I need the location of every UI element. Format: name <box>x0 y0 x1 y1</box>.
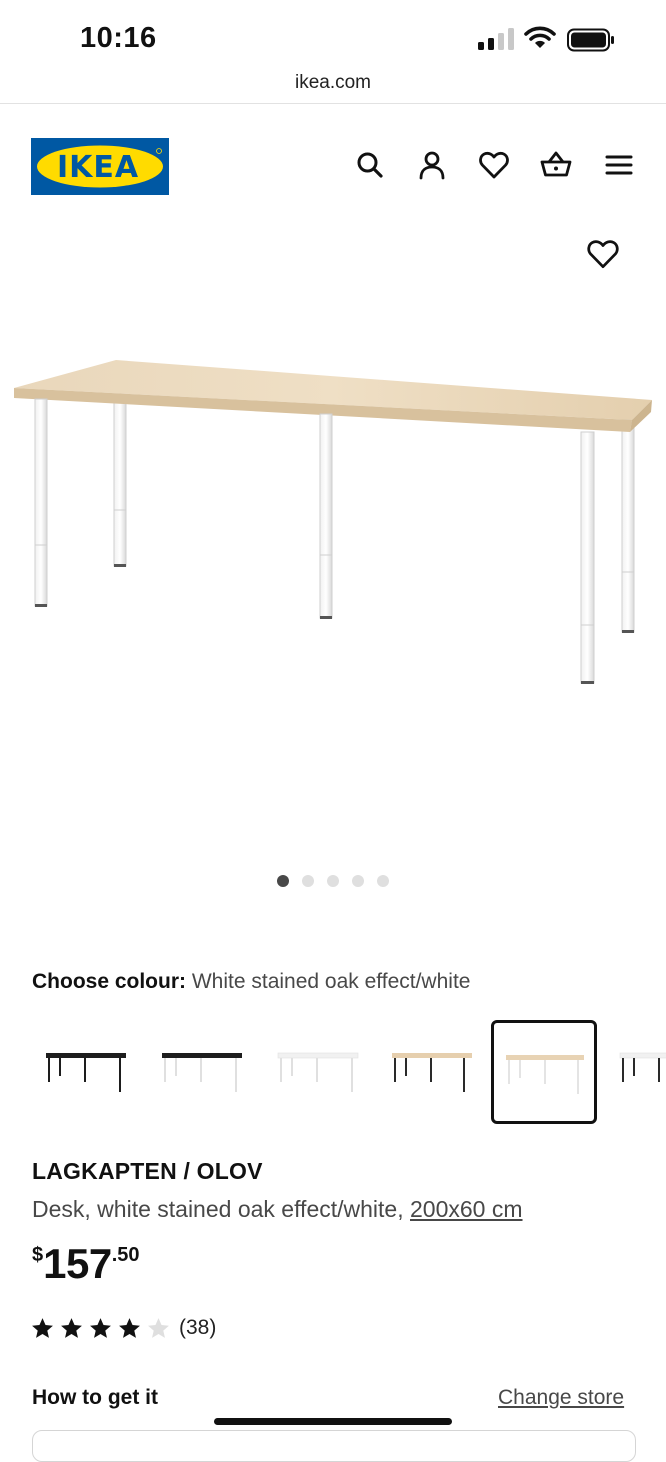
star-empty-icon <box>148 1318 169 1338</box>
ikea-logo[interactable]: IKEA <box>31 138 169 195</box>
price-decimal: .50 <box>111 1244 140 1266</box>
review-count[interactable]: (38) <box>179 1316 216 1340</box>
colour-swatch-black[interactable] <box>32 1020 138 1124</box>
price-currency: $ <box>32 1244 44 1266</box>
carousel-dot[interactable] <box>302 875 314 887</box>
colour-swatch-white-stained-oak-selected[interactable] <box>491 1020 597 1124</box>
product-size-link[interactable]: 200x60 cm <box>410 1196 523 1222</box>
product-name: LAGKAPTEN / OLOV <box>32 1158 263 1184</box>
battery-icon <box>567 28 615 52</box>
carousel-dot[interactable] <box>277 875 289 887</box>
favorites-icon[interactable] <box>477 148 511 182</box>
carousel-dot[interactable] <box>377 875 389 887</box>
star-filled-icon <box>90 1318 111 1338</box>
star-filled-icon <box>32 1318 53 1338</box>
colour-swatch-white[interactable] <box>264 1020 370 1124</box>
colour-swatch-white-black[interactable] <box>608 1020 666 1124</box>
status-time: 10:16 <box>80 22 157 54</box>
change-store-link[interactable]: Change store <box>498 1386 624 1410</box>
menu-icon[interactable] <box>602 148 636 182</box>
home-indicator[interactable] <box>214 1418 452 1425</box>
store-availability-card[interactable] <box>32 1430 636 1462</box>
choose-colour-label: Choose colour: <box>32 970 187 993</box>
colour-swatch-black-white[interactable] <box>148 1020 254 1124</box>
colour-chooser-label: Choose colour: White stained oak effect/… <box>32 970 470 994</box>
colour-swatch-oak-black[interactable] <box>380 1020 486 1124</box>
carousel-dot[interactable] <box>327 875 339 887</box>
image-carousel-indicator[interactable] <box>277 875 389 889</box>
star-filled-icon <box>119 1318 140 1338</box>
product-price: $157.50 <box>32 1240 140 1288</box>
rating-stars[interactable] <box>30 1316 171 1341</box>
product-description-text: Desk, white stained oak effect/white, <box>32 1196 404 1222</box>
logo-wordmark: IKEA <box>57 150 139 185</box>
account-icon[interactable] <box>415 148 449 182</box>
star-filled-icon <box>61 1318 82 1338</box>
search-icon[interactable] <box>353 148 387 182</box>
cellular-signal-icon <box>478 28 514 50</box>
browser-url[interactable]: ikea.com <box>0 72 666 94</box>
url-bar-divider <box>0 103 666 104</box>
cart-icon[interactable] <box>539 148 573 182</box>
wifi-icon <box>524 26 556 50</box>
carousel-dot[interactable] <box>352 875 364 887</box>
product-description: Desk, white stained oak effect/white, 20… <box>32 1196 523 1223</box>
save-to-favorites-icon[interactable] <box>585 236 621 272</box>
product-image[interactable] <box>0 340 666 700</box>
selected-colour-value: White stained oak effect/white <box>191 970 471 993</box>
price-integer: 157 <box>43 1240 112 1287</box>
how-to-get-it-heading: How to get it <box>32 1386 158 1409</box>
